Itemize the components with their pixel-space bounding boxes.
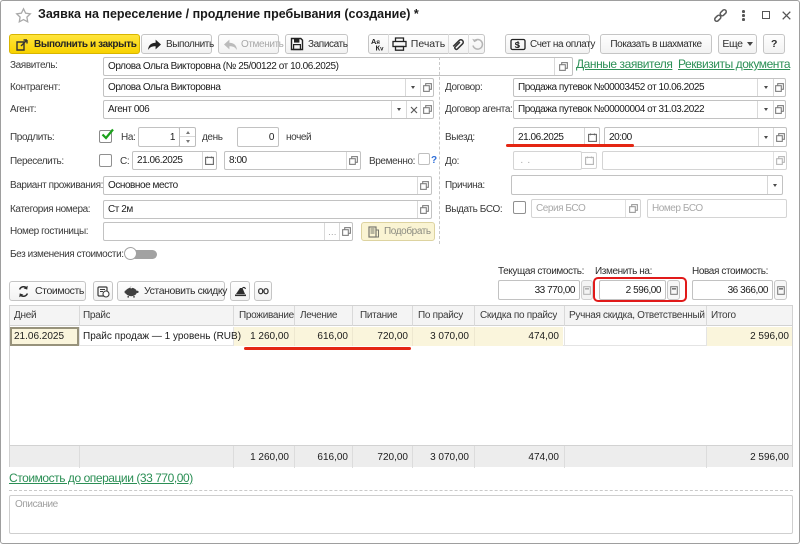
svg-text:Кv: Кv	[376, 44, 385, 52]
svg-text:S: S	[515, 40, 521, 50]
